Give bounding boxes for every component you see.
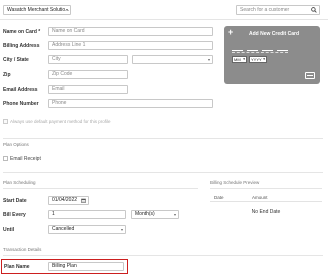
billing-preview-table: Date Amount No End Date bbox=[210, 193, 322, 218]
chevron-down-icon: ▾ bbox=[65, 7, 68, 12]
credit-card-panel[interactable]: + Add New Credit Card MM ▾ YYYY ▾ bbox=[224, 26, 320, 84]
card-number-separators bbox=[232, 50, 288, 51]
add-card-title: Add New Credit Card bbox=[249, 31, 300, 37]
billing-preview-heading: Billing Schedule Preview bbox=[210, 180, 260, 185]
name-on-card-label: Name on Card * bbox=[3, 29, 41, 35]
zip-input[interactable]: Zip Code bbox=[48, 70, 128, 79]
col-amount-header: Amount bbox=[252, 195, 268, 200]
exp-month-value: MM bbox=[234, 57, 241, 62]
merchant-select-value: Wasatch Merchant Solutio... bbox=[7, 7, 70, 13]
plus-icon[interactable]: + bbox=[228, 27, 233, 37]
state-select[interactable]: ▾ bbox=[132, 55, 213, 64]
section-divider bbox=[3, 138, 323, 139]
transaction-details-heading: Transaction Details bbox=[3, 247, 42, 252]
start-date-input[interactable]: 01/04/2022 bbox=[48, 196, 89, 205]
until-select[interactable]: Cancelled ▾ bbox=[48, 225, 126, 234]
bill-every-input[interactable]: 1 bbox=[48, 210, 126, 219]
city-input[interactable]: City bbox=[48, 55, 128, 64]
customer-search-input[interactable]: Search for a customer bbox=[236, 5, 320, 15]
city-state-label: City / State bbox=[3, 57, 29, 63]
billing-address-input[interactable]: Address Line 1 bbox=[48, 41, 213, 50]
merchant-select[interactable]: Wasatch Merchant Solutio... ▾ bbox=[3, 5, 71, 15]
plan-name-label: Plan Name bbox=[4, 264, 30, 270]
until-select-value: Cancelled bbox=[52, 226, 75, 232]
exp-month-select[interactable]: MM ▾ bbox=[232, 56, 247, 63]
header-divider bbox=[0, 19, 328, 20]
chevron-down-icon: ▾ bbox=[120, 227, 123, 232]
section-divider bbox=[3, 172, 323, 173]
chevron-down-icon: ▾ bbox=[207, 57, 210, 62]
section-divider bbox=[3, 188, 198, 189]
section-divider bbox=[3, 255, 323, 256]
billing-preview-header-row: Date Amount bbox=[210, 193, 322, 202]
plan-scheduling-heading: Plan Scheduling bbox=[3, 180, 36, 185]
until-label: Until bbox=[3, 227, 15, 233]
plan-options-heading: Plan Options bbox=[3, 142, 29, 147]
name-on-card-input[interactable]: Name on Card bbox=[48, 27, 213, 36]
billing-address-label: Billing Address bbox=[3, 43, 40, 49]
billing-preview-empty: No End Date bbox=[251, 209, 281, 215]
section-divider bbox=[210, 188, 322, 189]
default-payment-label: Always use default payment method for th… bbox=[10, 119, 111, 124]
customer-search-placeholder: Search for a customer bbox=[240, 7, 290, 13]
phone-input[interactable]: Phone bbox=[48, 99, 213, 108]
email-label: Email Address bbox=[3, 87, 38, 93]
bill-every-unit-select[interactable]: Month(s) ▾ bbox=[131, 210, 179, 219]
exp-year-select[interactable]: YYYY ▾ bbox=[249, 56, 267, 63]
bill-every-unit-value: Month(s) bbox=[135, 211, 155, 217]
bill-every-label: Bill Every bbox=[3, 212, 26, 218]
start-date-value: 01/04/2022 bbox=[52, 197, 78, 203]
email-receipt-checkbox[interactable] bbox=[3, 156, 8, 161]
calendar-icon[interactable] bbox=[81, 198, 86, 203]
card-chip-icon bbox=[305, 72, 315, 79]
phone-label: Phone Number bbox=[3, 101, 39, 107]
exp-year-value: YYYY bbox=[251, 57, 262, 62]
plan-name-input[interactable]: Billing Plan bbox=[48, 262, 124, 271]
zip-label: Zip bbox=[3, 72, 11, 78]
search-icon[interactable] bbox=[311, 7, 317, 13]
card-number-field[interactable] bbox=[232, 44, 288, 53]
email-input[interactable]: Email bbox=[48, 85, 128, 94]
col-date-header: Date bbox=[214, 195, 224, 200]
chevron-down-icon: ▾ bbox=[173, 212, 176, 217]
email-receipt-label: Email Receipt bbox=[10, 156, 41, 162]
start-date-label: Start Date bbox=[3, 198, 27, 204]
default-payment-checkbox[interactable] bbox=[3, 119, 8, 124]
